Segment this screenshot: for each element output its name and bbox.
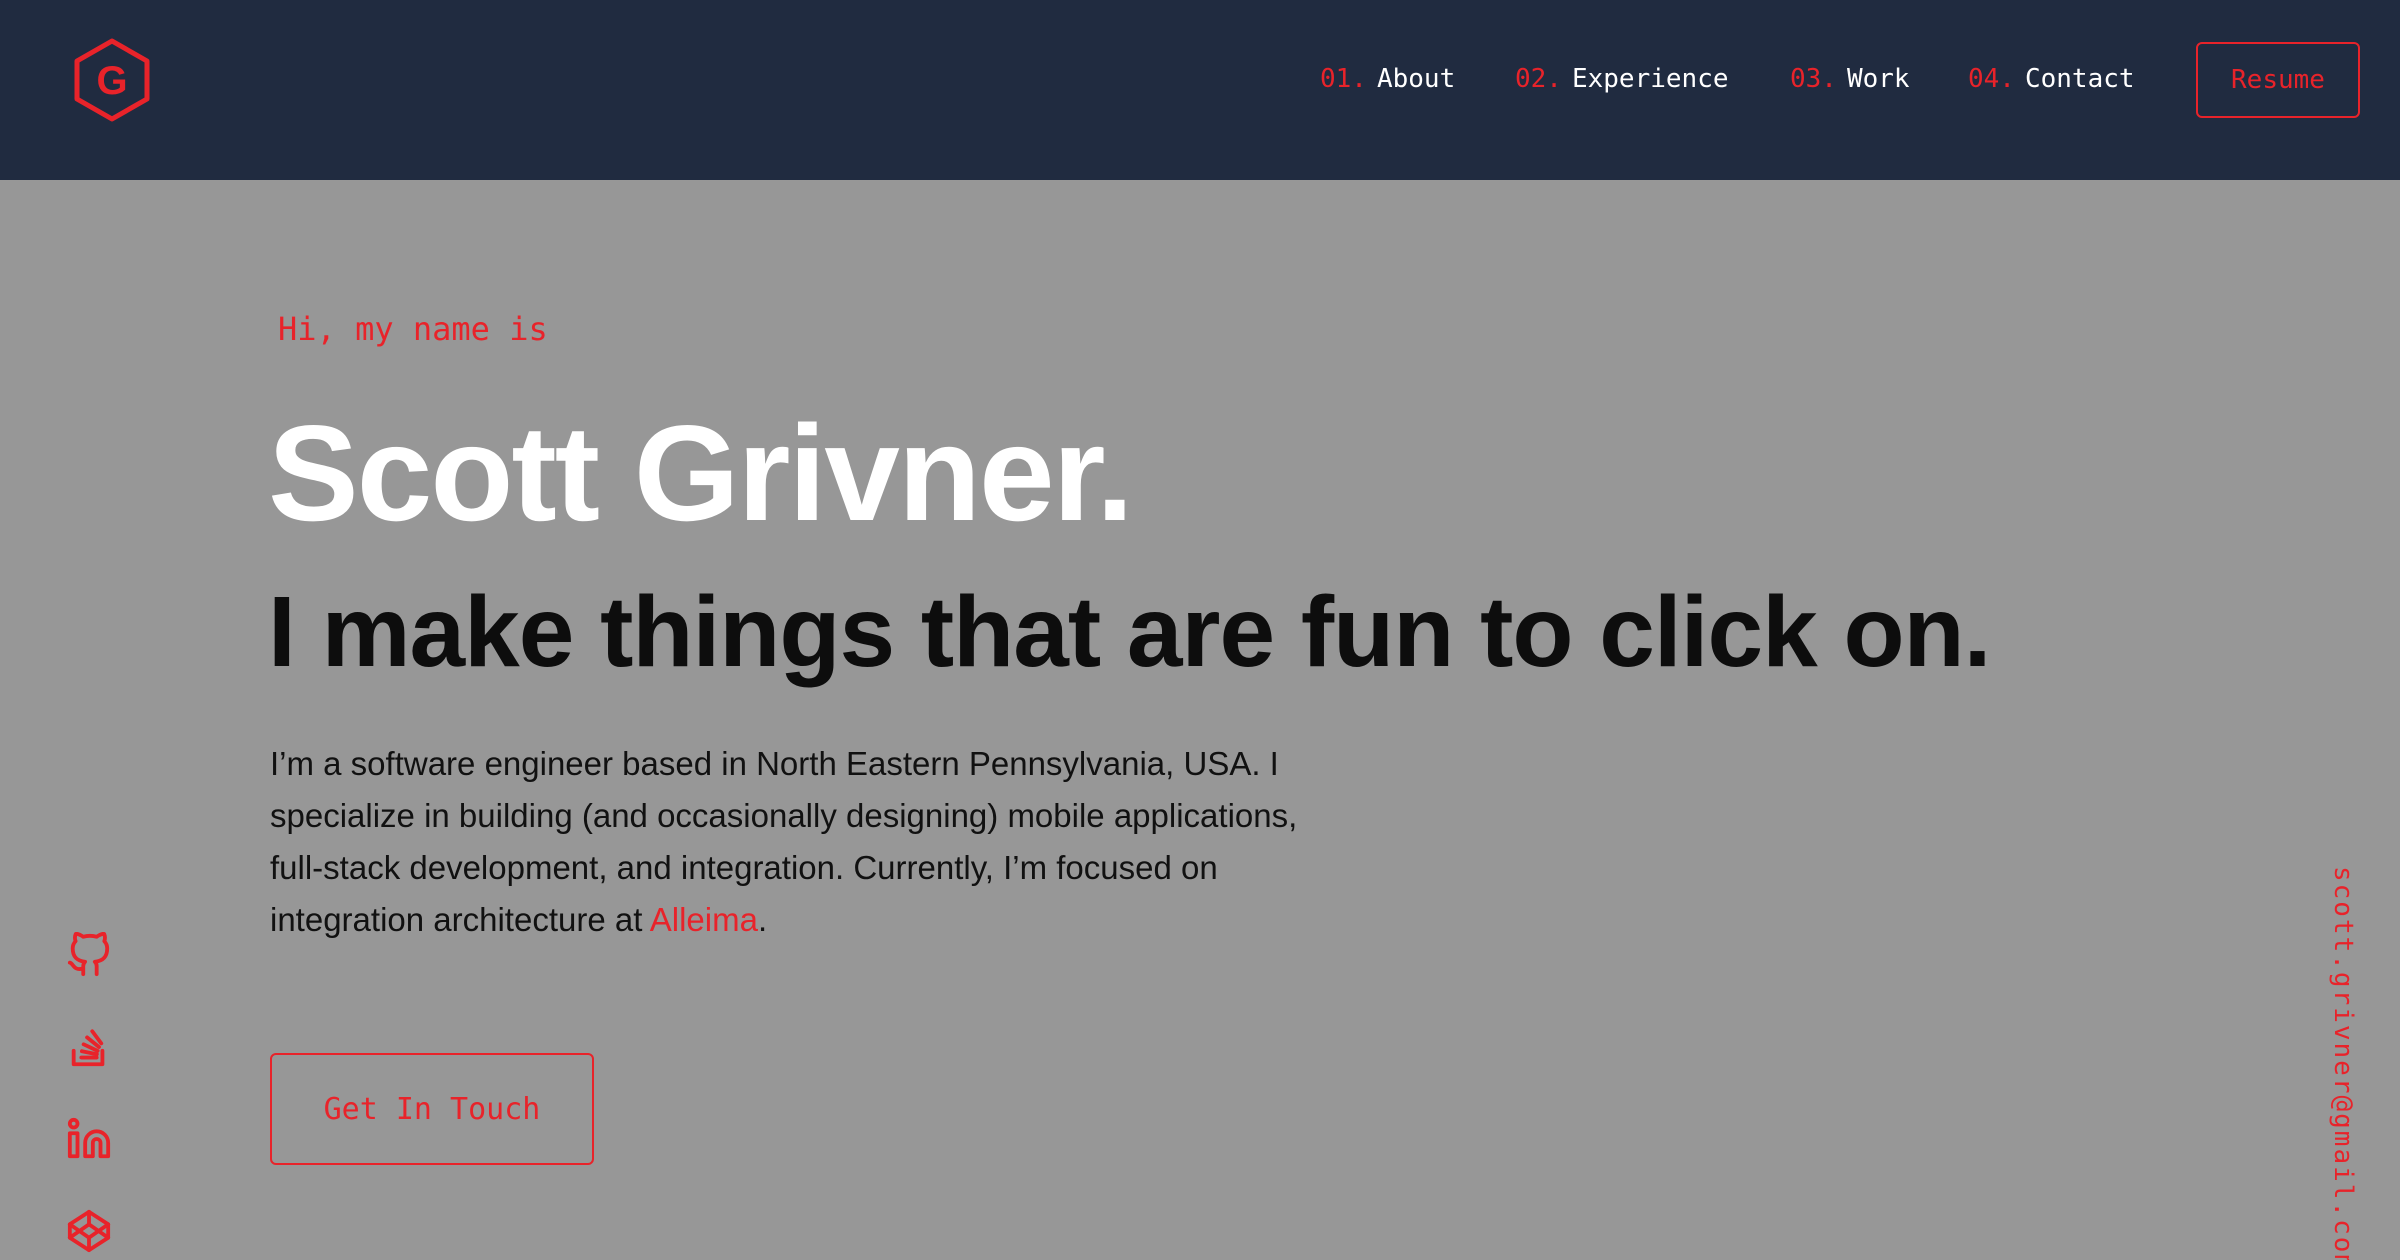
- nav-number: 01.: [1320, 64, 1367, 94]
- nav-number: 03.: [1790, 64, 1837, 94]
- codepen-icon[interactable]: [66, 1208, 112, 1254]
- nav-label: Work: [1846, 64, 1910, 94]
- hero-name: Scott Grivner.: [268, 397, 1134, 549]
- logo-icon[interactable]: G: [70, 36, 154, 122]
- get-in-touch-button[interactable]: Get In Touch: [270, 1053, 594, 1165]
- bio-text: I’m a software engineer based in North E…: [270, 745, 1298, 938]
- linkedin-icon[interactable]: [66, 1116, 112, 1162]
- nav-label: Contact: [2024, 64, 2135, 94]
- nav-label: Experience: [1571, 64, 1729, 94]
- nav-link-work[interactable]: 03. Work: [1790, 62, 1910, 96]
- nav-link-contact[interactable]: 04. Contact: [1968, 62, 2135, 96]
- github-icon[interactable]: [66, 932, 112, 978]
- stackoverflow-icon[interactable]: [66, 1024, 112, 1070]
- alleima-link[interactable]: Alleima: [650, 901, 758, 938]
- hero-bio: I’m a software engineer based in North E…: [270, 738, 1350, 946]
- nav-number: 02.: [1515, 64, 1562, 94]
- nav-link-about[interactable]: 01. About: [1320, 62, 1455, 96]
- greeting-text: Hi, my name is: [278, 310, 548, 348]
- resume-button[interactable]: Resume: [2196, 42, 2360, 118]
- email-link[interactable]: scott.grivner@gmail.com: [2322, 866, 2358, 1260]
- svg-text:G: G: [96, 59, 127, 103]
- nav-link-experience[interactable]: 02. Experience: [1515, 62, 1729, 96]
- nav-number: 04.: [1968, 64, 2015, 94]
- site-header: G 01. About 02. Experience 03. Work 04. …: [0, 0, 2400, 180]
- bio-end: .: [757, 901, 768, 938]
- hero-tagline: I make things that are fun to click on.: [268, 576, 1991, 688]
- nav-label: About: [1376, 64, 1456, 94]
